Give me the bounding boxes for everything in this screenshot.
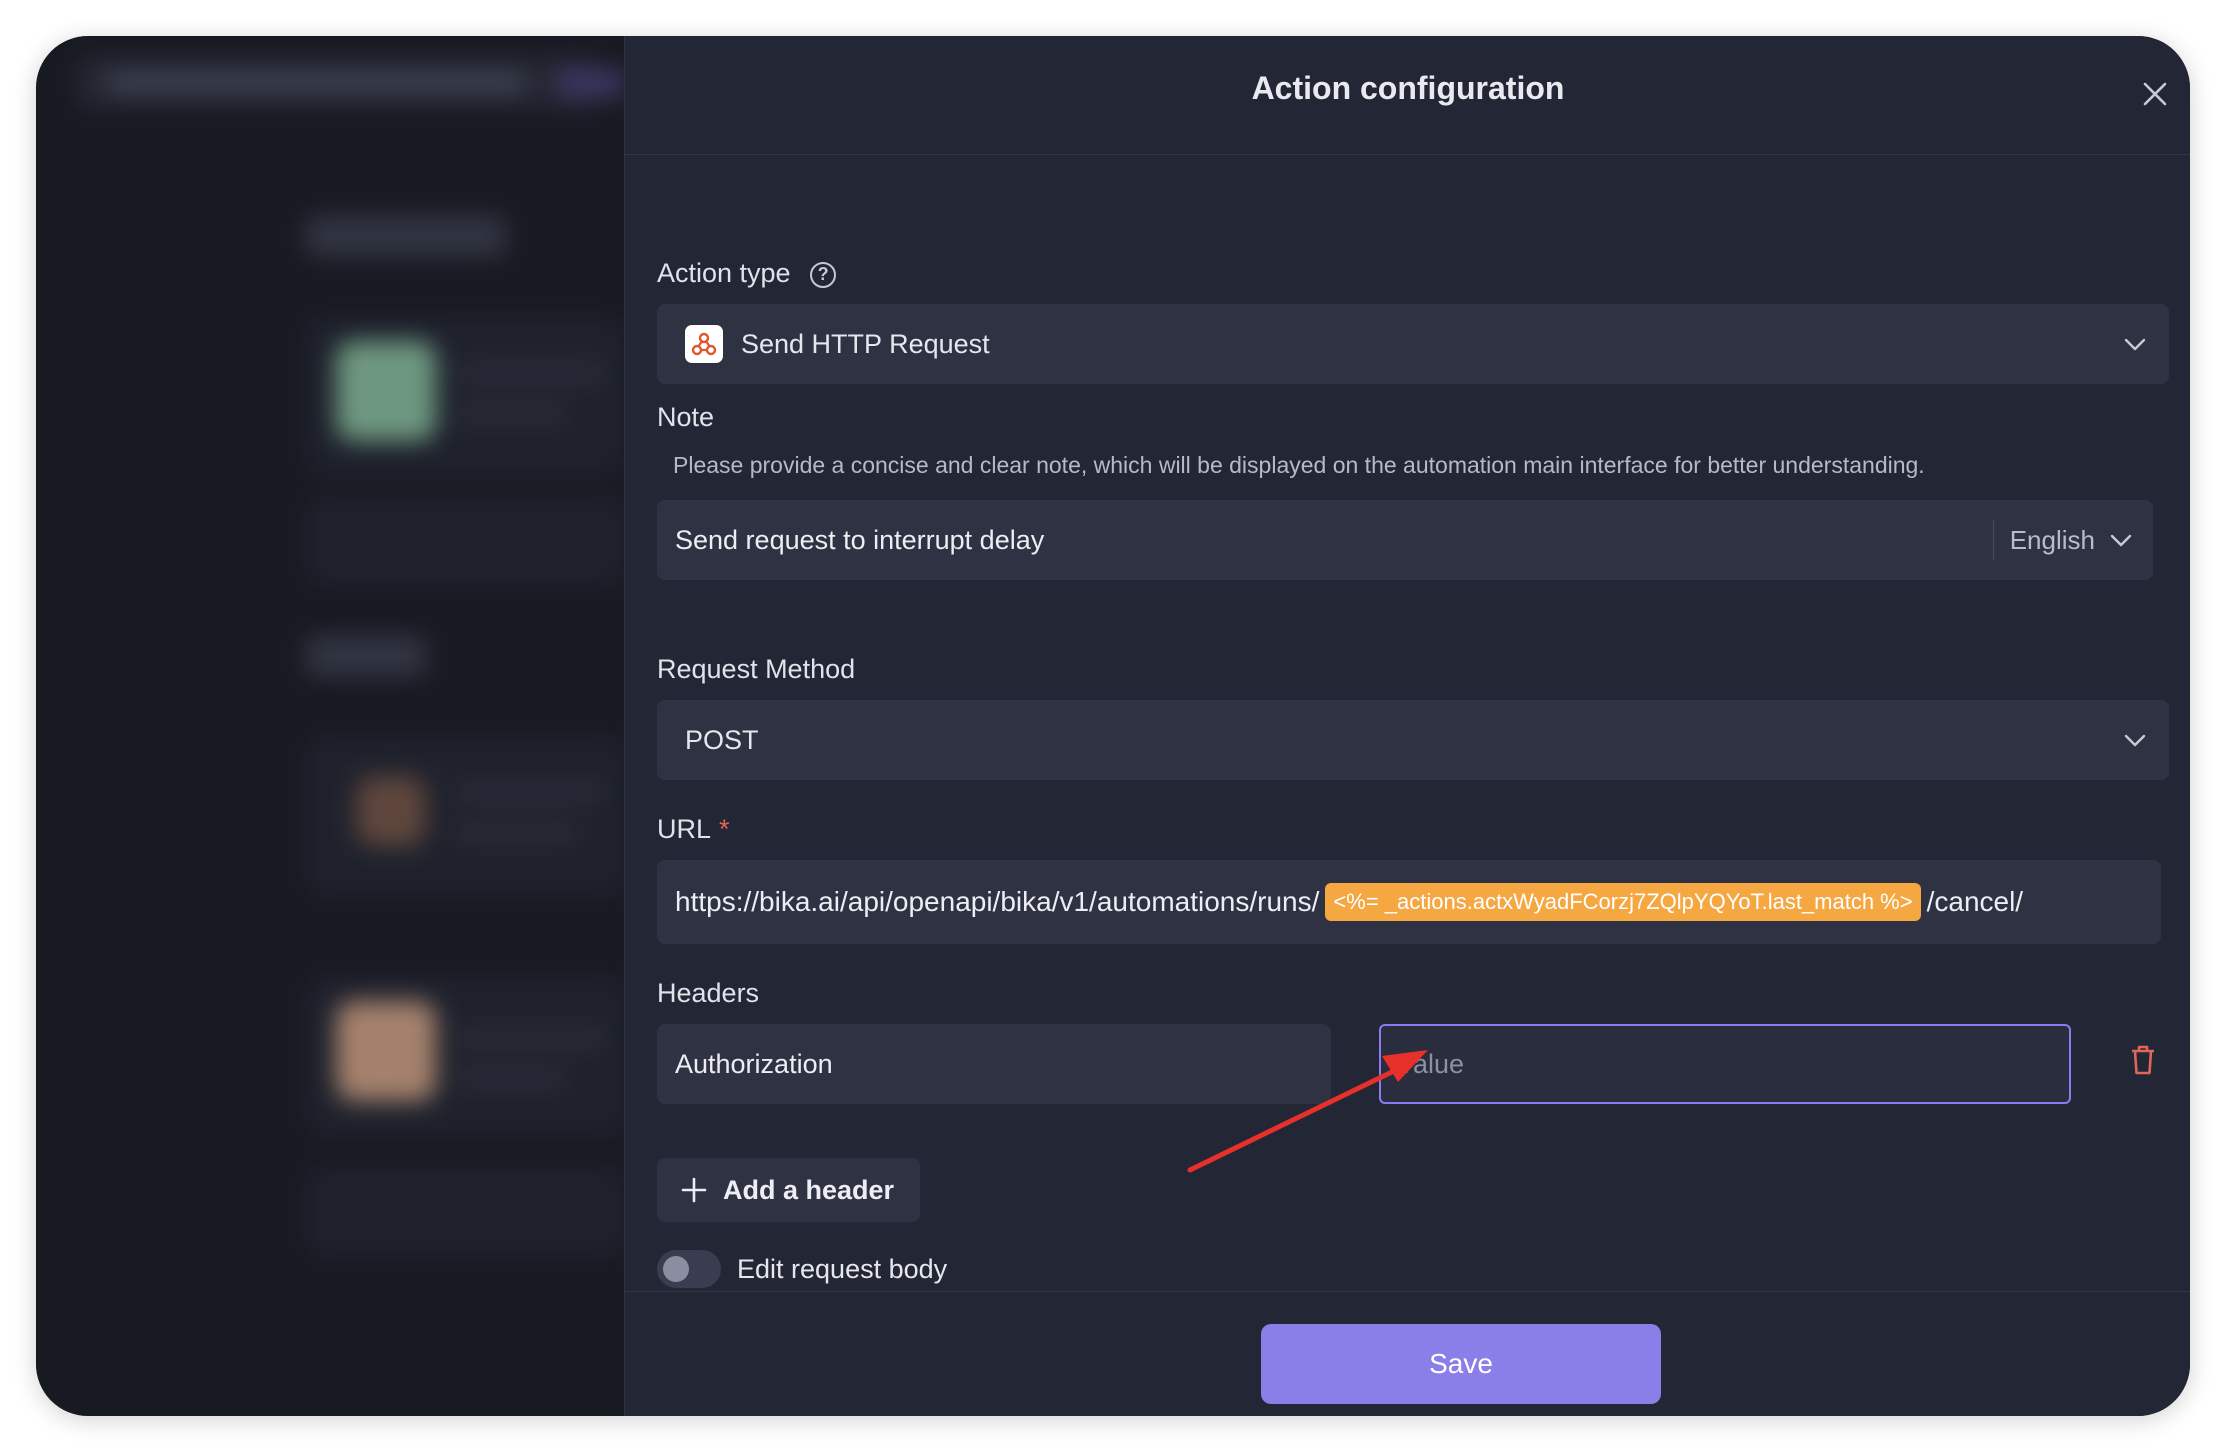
modal-backdrop[interactable] — [36, 36, 626, 1416]
chevron-down-icon — [2124, 338, 2146, 351]
add-header-label: Add a header — [723, 1174, 895, 1205]
add-header-button[interactable]: Add a header — [657, 1158, 921, 1222]
delete-header-button[interactable] — [2125, 1042, 2161, 1078]
drawer-header: Action configuration — [625, 36, 2190, 155]
plus-icon — [681, 1177, 707, 1203]
help-icon[interactable]: ? — [810, 261, 837, 288]
action-type-select[interactable]: Send HTTP Request — [657, 304, 2169, 384]
url-suffix: /cancel/ — [1926, 886, 2024, 917]
app-window: Action configuration Action type ? Send … — [36, 36, 2190, 1416]
close-button[interactable] — [2135, 74, 2175, 114]
note-label: Note — [657, 402, 715, 432]
drawer-title: Action configuration — [1251, 70, 1565, 106]
language-select[interactable]: English — [1992, 520, 2153, 560]
save-button[interactable]: Save — [1261, 1324, 1661, 1404]
edit-request-body-toggle[interactable] — [657, 1250, 721, 1288]
url-input[interactable]: https://bika.ai/api/openapi/bika/v1/auto… — [657, 860, 2161, 944]
drawer-footer: Save — [625, 1291, 2190, 1416]
note-description: Please provide a concise and clear note,… — [673, 452, 1925, 478]
action-type-label: Action type — [657, 258, 791, 288]
close-icon — [2143, 82, 2167, 106]
url-variable-chip[interactable]: <%= _actions.actxWyadFCorzj7ZQlpYQYoT.la… — [1325, 883, 1921, 921]
request-method-select[interactable]: POST — [657, 700, 2169, 780]
language-value: English — [2009, 524, 2095, 555]
header-key-value: Authorization — [675, 1048, 833, 1079]
edit-request-body-label: Edit request body — [737, 1254, 948, 1284]
header-key-input[interactable]: Authorization — [657, 1024, 1331, 1104]
request-method-label: Request Method — [657, 654, 856, 684]
webhook-icon — [685, 325, 723, 363]
url-label-row: URL * — [657, 814, 730, 845]
action-type-label-row: Action type ? — [657, 258, 837, 289]
url-label: URL — [657, 814, 712, 844]
url-prefix: https://bika.ai/api/openapi/bika/v1/auto… — [675, 886, 1320, 917]
toggle-knob — [663, 1256, 689, 1282]
note-value: Send request to interrupt delay — [675, 524, 1045, 555]
headers-label: Headers — [657, 978, 760, 1008]
chevron-down-icon — [2110, 534, 2132, 547]
header-value-input[interactable] — [1379, 1024, 2071, 1104]
chevron-down-icon — [2124, 734, 2146, 747]
required-mark: * — [719, 814, 730, 844]
trash-icon — [2132, 1045, 2154, 1075]
note-input[interactable]: Send request to interrupt delay English — [657, 500, 2153, 580]
request-method-value: POST — [685, 724, 759, 755]
action-type-value: Send HTTP Request — [741, 328, 990, 359]
action-configuration-drawer: Action configuration Action type ? Send … — [624, 36, 2190, 1416]
